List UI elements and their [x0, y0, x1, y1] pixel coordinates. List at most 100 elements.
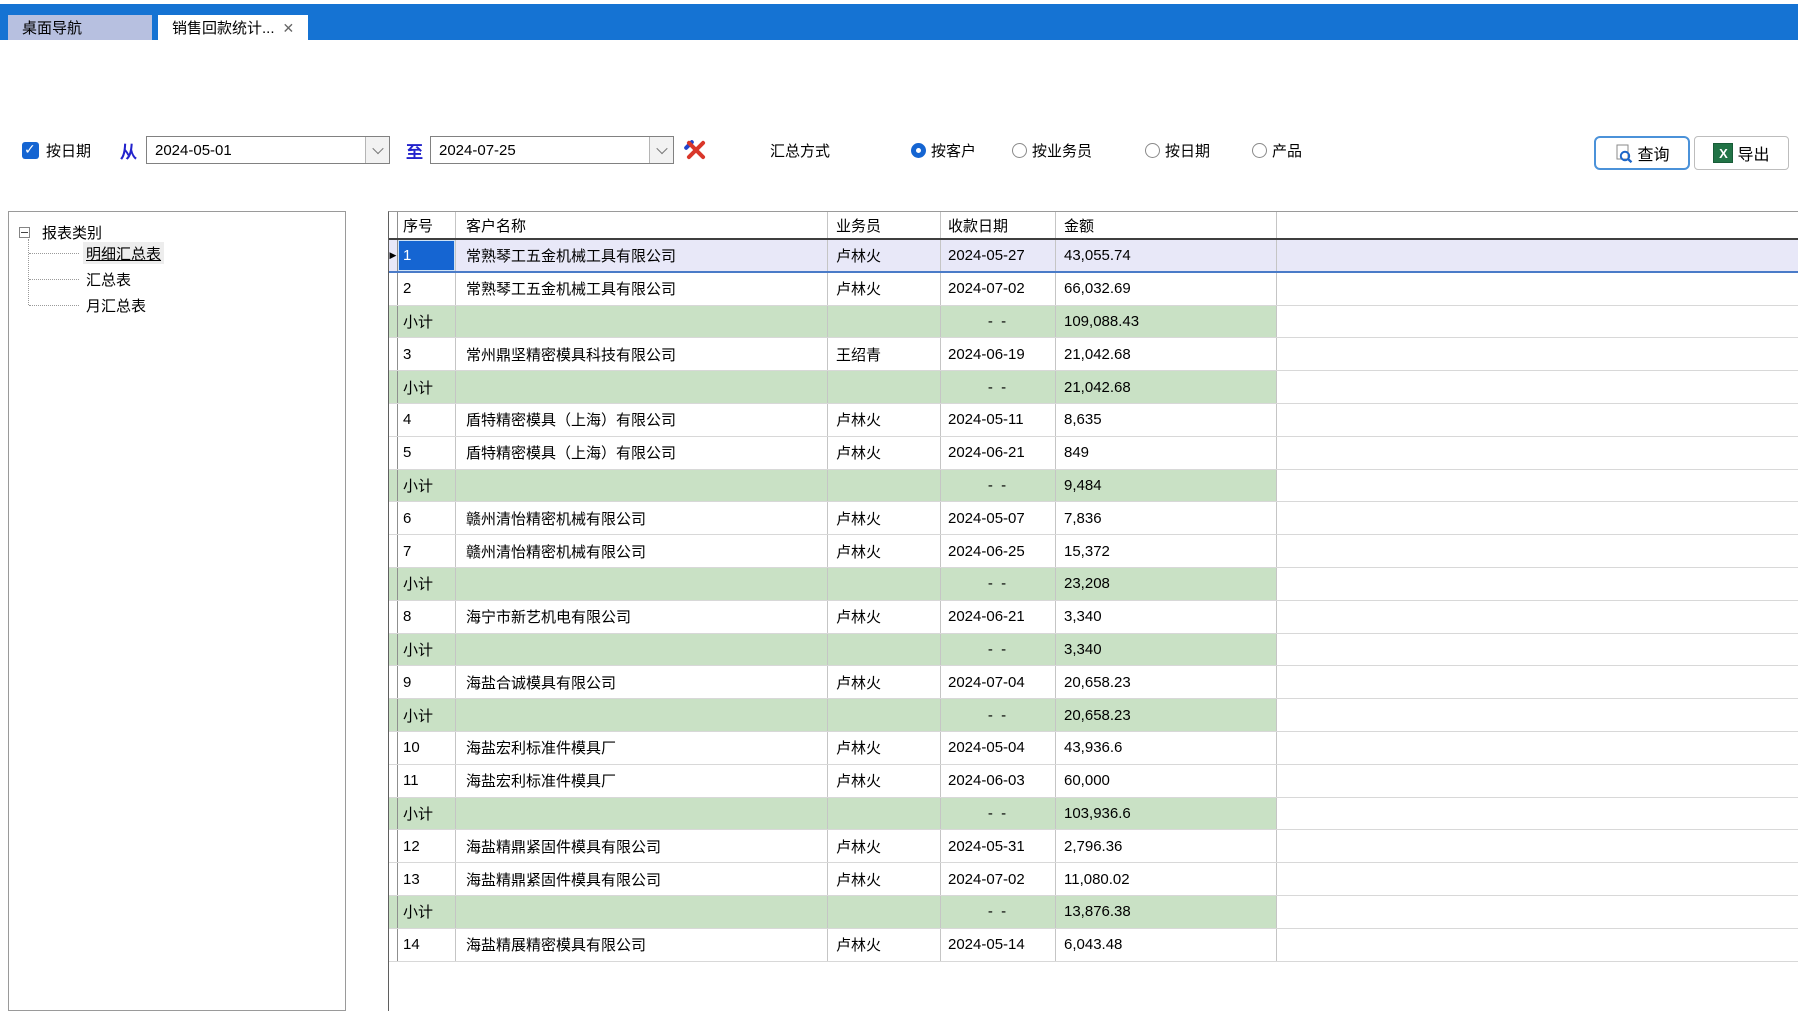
cell-salesman[interactable]: 卢林火: [828, 601, 941, 633]
cell-customer[interactable]: 海盐精展精密模具有限公司: [456, 929, 828, 961]
cell-amount[interactable]: 109,088.43: [1056, 306, 1277, 338]
cell-amount[interactable]: 11,080.02: [1056, 863, 1277, 895]
radio-by-salesman[interactable]: 按业务员: [1012, 136, 1092, 164]
from-date-combo[interactable]: 2024-05-01: [146, 136, 390, 164]
cell-amount[interactable]: 60,000: [1056, 765, 1277, 797]
table-row[interactable]: 13海盐精鼎紧固件模具有限公司卢林火2024-07-0211,080.02: [389, 863, 1798, 896]
cell-amount[interactable]: 3,340: [1056, 634, 1277, 666]
column-header-salesman[interactable]: 业务员: [828, 212, 941, 238]
radio-unselected-icon[interactable]: [1012, 143, 1027, 158]
cell-date[interactable]: - -: [941, 634, 1056, 666]
cell-date[interactable]: - -: [941, 798, 1056, 830]
cell-no[interactable]: 6: [398, 502, 456, 534]
checkbox-checked-icon[interactable]: [22, 142, 39, 159]
cell-salesman[interactable]: 卢林火: [828, 502, 941, 534]
tab-close-icon[interactable]: ✕: [283, 21, 295, 35]
cell-amount[interactable]: 21,042.68: [1056, 338, 1277, 370]
cell-customer[interactable]: 海盐合诚模具有限公司: [456, 666, 828, 698]
cell-no[interactable]: 7: [398, 535, 456, 567]
table-row[interactable]: 12海盐精鼎紧固件模具有限公司卢林火2024-05-312,796.36: [389, 830, 1798, 863]
cell-no[interactable]: 小计: [398, 470, 456, 502]
cell-salesman[interactable]: 卢林火: [828, 273, 941, 305]
cell-salesman[interactable]: 王绍青: [828, 338, 941, 370]
by-date-checkbox[interactable]: [22, 136, 39, 164]
subtotal-row[interactable]: 小计- -21,042.68: [389, 371, 1798, 404]
cell-salesman[interactable]: [828, 634, 941, 666]
tab-desktop-nav[interactable]: 桌面导航: [8, 15, 152, 40]
cell-salesman[interactable]: 卢林火: [828, 240, 941, 271]
cell-no[interactable]: 9: [398, 666, 456, 698]
cell-no[interactable]: 12: [398, 830, 456, 862]
sidebar-item-detail-summary[interactable]: 明细汇总表: [83, 242, 164, 264]
cell-date[interactable]: - -: [941, 699, 1056, 731]
sidebar-item-monthly-summary[interactable]: 月汇总表: [83, 294, 149, 316]
cell-date[interactable]: 2024-07-02: [941, 863, 1056, 895]
column-header-amount[interactable]: 金额: [1056, 212, 1277, 238]
cell-salesman[interactable]: [828, 798, 941, 830]
column-header-date[interactable]: 收款日期: [941, 212, 1056, 238]
cell-salesman[interactable]: 卢林火: [828, 404, 941, 436]
table-row[interactable]: 14海盐精展精密模具有限公司卢林火2024-05-146,043.48: [389, 929, 1798, 962]
cell-no[interactable]: 14: [398, 929, 456, 961]
cell-salesman[interactable]: 卢林火: [828, 666, 941, 698]
cell-salesman[interactable]: 卢林火: [828, 437, 941, 469]
cell-salesman[interactable]: 卢林火: [828, 863, 941, 895]
cell-date[interactable]: - -: [941, 306, 1056, 338]
cell-date[interactable]: 2024-05-04: [941, 732, 1056, 764]
cell-no[interactable]: 小计: [398, 896, 456, 928]
cell-no[interactable]: 小计: [398, 634, 456, 666]
cell-amount[interactable]: 103,936.6: [1056, 798, 1277, 830]
cell-date[interactable]: 2024-05-11: [941, 404, 1056, 436]
cell-amount[interactable]: 23,208: [1056, 568, 1277, 600]
table-row[interactable]: 3常州鼎坚精密模具科技有限公司王绍青2024-06-1921,042.68: [389, 338, 1798, 371]
table-row[interactable]: 11海盐宏利标准件模具厂卢林火2024-06-0360,000: [389, 765, 1798, 798]
cell-no[interactable]: 11: [398, 765, 456, 797]
cell-customer[interactable]: 海盐宏利标准件模具厂: [456, 732, 828, 764]
cell-no[interactable]: 小计: [398, 371, 456, 403]
radio-by-customer[interactable]: 按客户: [911, 136, 976, 164]
cell-customer[interactable]: 海盐精鼎紧固件模具有限公司: [456, 863, 828, 895]
cell-date[interactable]: 2024-06-21: [941, 437, 1056, 469]
cell-no[interactable]: 1: [398, 240, 456, 271]
cell-customer[interactable]: 赣州清怡精密机械有限公司: [456, 535, 828, 567]
table-row[interactable]: 9海盐合诚模具有限公司卢林火2024-07-0420,658.23: [389, 666, 1798, 699]
from-date-dropdown-icon[interactable]: [365, 137, 389, 163]
tree-collapse-icon[interactable]: [19, 227, 30, 238]
cell-customer[interactable]: [456, 699, 828, 731]
cell-no[interactable]: 3: [398, 338, 456, 370]
to-date-combo[interactable]: 2024-07-25: [430, 136, 674, 164]
table-row[interactable]: 8海宁市新艺机电有限公司卢林火2024-06-213,340: [389, 601, 1798, 634]
cell-date[interactable]: 2024-05-07: [941, 502, 1056, 534]
subtotal-row[interactable]: 小计- -9,484: [389, 470, 1798, 503]
table-row[interactable]: ▶1常熟琴工五金机械工具有限公司卢林火2024-05-2743,055.74: [389, 240, 1798, 273]
cell-amount[interactable]: 9,484: [1056, 470, 1277, 502]
subtotal-row[interactable]: 小计 - -109,088.43: [389, 306, 1798, 339]
radio-by-date[interactable]: 按日期: [1145, 136, 1210, 164]
export-button[interactable]: X 导出: [1694, 136, 1789, 170]
cell-date[interactable]: 2024-06-19: [941, 338, 1056, 370]
cell-amount[interactable]: 15,372: [1056, 535, 1277, 567]
cell-customer[interactable]: 常熟琴工五金机械工具有限公司: [456, 273, 828, 305]
cell-date[interactable]: - -: [941, 568, 1056, 600]
radio-selected-icon[interactable]: [911, 143, 926, 158]
cell-no[interactable]: 小计: [398, 306, 456, 338]
cell-amount[interactable]: 43,055.74: [1056, 240, 1277, 271]
table-row[interactable]: 10海盐宏利标准件模具厂卢林火2024-05-0443,936.6: [389, 732, 1798, 765]
cell-salesman[interactable]: [828, 470, 941, 502]
cell-customer[interactable]: [456, 634, 828, 666]
cell-no[interactable]: 5: [398, 437, 456, 469]
cell-no[interactable]: 10: [398, 732, 456, 764]
cell-date[interactable]: 2024-06-21: [941, 601, 1056, 633]
cell-amount[interactable]: 13,876.38: [1056, 896, 1277, 928]
sidebar-item-summary[interactable]: 汇总表: [83, 268, 134, 290]
cell-date[interactable]: 2024-07-04: [941, 666, 1056, 698]
cell-customer[interactable]: [456, 798, 828, 830]
cell-amount[interactable]: 8,635: [1056, 404, 1277, 436]
cell-date[interactable]: 2024-05-27: [941, 240, 1056, 271]
cell-customer[interactable]: 常熟琴工五金机械工具有限公司: [456, 240, 828, 271]
table-row[interactable]: 2常熟琴工五金机械工具有限公司卢林火2024-07-0266,032.69: [389, 273, 1798, 306]
radio-unselected-icon[interactable]: [1252, 143, 1267, 158]
cell-amount[interactable]: 2,796.36: [1056, 830, 1277, 862]
cell-date[interactable]: - -: [941, 896, 1056, 928]
cell-salesman[interactable]: [828, 306, 941, 338]
